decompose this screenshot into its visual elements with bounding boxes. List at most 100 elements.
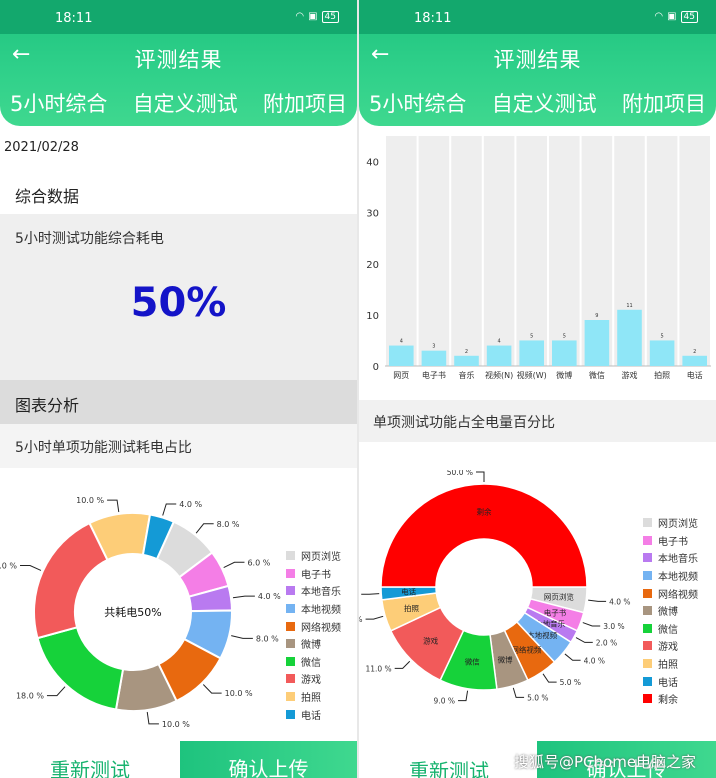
half-donut-legend-swatch: [643, 676, 652, 686]
half-donut-leader-line: [588, 599, 607, 602]
half-donut-value-label: 2.0 %: [596, 638, 617, 647]
bar-y-tick: 10: [366, 311, 379, 322]
donut-legend-item: 电话: [286, 705, 341, 723]
half-donut-subtitle: 单项测试功能占全电量百分比: [373, 415, 555, 431]
half-donut-legend-swatch: [643, 694, 652, 704]
overall-card: 5小时测试功能综合耗电 50%: [0, 214, 357, 380]
bar-background: [646, 136, 678, 366]
donut-legend-item: 游戏: [286, 670, 341, 688]
bar: [584, 320, 610, 366]
bar-value-label: 2: [465, 349, 468, 355]
bar: [421, 350, 447, 366]
half-donut-legend-label: 本地音乐: [658, 554, 698, 566]
half-donut-legend-swatch: [643, 623, 652, 633]
bar-chart-area: 0 10 20 30 40 4 网页 3 电子书 2 音乐 4 视频(N) 5 视频(W) 5 微博 9 微信 11 游…: [359, 126, 716, 398]
donut-leader-line: [231, 635, 253, 639]
bar: [519, 340, 544, 366]
half-donut-legend-item: 网络视频: [643, 584, 698, 602]
half-donut-leader-line: [575, 637, 593, 643]
watermark: 搜狐号@PChome电脑之家: [514, 753, 697, 771]
half-donut-slice-label: 拍照: [404, 603, 419, 613]
half-donut-legend-label: 微信: [658, 624, 678, 636]
donut-legend-item: 本地音乐: [286, 582, 341, 600]
half-donut-legend-item: 微信: [643, 620, 698, 638]
bar-background: [451, 136, 482, 366]
donut-legend-item: 电子书: [286, 565, 341, 583]
donut-value-label: 4.0 %: [258, 592, 281, 601]
half-donut-legend: 网页浏览 电子书 本地音乐 本地视频 网络视频 微博 微信 游戏 拍照 电话 剩余: [643, 514, 698, 708]
header: 18:11 ◠ ▣ 45 ← 评测结果 5小时综合 自定义测试 附加项目: [359, 0, 716, 126]
bar: [552, 340, 577, 366]
tab-5h-overall[interactable]: 5小时综合: [369, 88, 466, 118]
bar-value-label: 4: [400, 339, 403, 345]
bar-category-label: 电话: [687, 370, 703, 380]
half-donut-legend-label: 网络视频: [658, 589, 698, 601]
overall-value: 50%: [130, 280, 227, 326]
donut-legend-label: 电话: [301, 710, 321, 722]
bar-background: [516, 136, 547, 366]
bar: [649, 340, 675, 366]
half-donut-slice-label: 微信: [465, 657, 480, 667]
bar-category-label: 网页: [393, 371, 409, 380]
upload-button[interactable]: 确认上传: [180, 741, 357, 778]
bar-category-label: 视频(W): [517, 370, 547, 380]
donut-leader-line: [202, 684, 222, 694]
bar-y-tick: 40: [366, 158, 379, 169]
half-donut-legend-swatch: [643, 553, 652, 563]
half-donut-legend-swatch: [643, 588, 652, 598]
chart-section-header: 图表分析: [0, 380, 357, 424]
bar-category-label: 电子书: [422, 370, 446, 380]
half-donut-leader-line: [512, 687, 525, 698]
bar-category-label: 拍照: [654, 370, 670, 380]
half-donut-value-label: 9.0 %: [434, 697, 455, 706]
donut-slice: [33, 521, 109, 640]
donut-legend-item: 拍照: [286, 688, 341, 706]
half-donut-legend-swatch: [643, 535, 652, 545]
tab-5h-overall[interactable]: 5小时综合: [10, 88, 107, 118]
half-donut-legend-label: 微博: [658, 607, 678, 619]
half-donut-leader-line: [361, 593, 380, 595]
tab-bar: 5小时综合 自定义测试 附加项目: [10, 88, 347, 118]
bar-chart: 0 10 20 30 40 4 网页 3 电子书 2 音乐 4 视频(N) 5 视频(W) 5 微博 9 微信 11 游…: [366, 136, 711, 380]
tab-extra-items[interactable]: 附加项目: [622, 88, 706, 118]
section-title-overall: 综合数据: [15, 187, 80, 206]
retest-button[interactable]: 重新测试: [359, 738, 539, 778]
tab-extra-items[interactable]: 附加项目: [263, 88, 347, 118]
donut-value-label: 8.0 %: [256, 634, 279, 643]
donut-value-label: 22.0 %: [0, 561, 17, 570]
overall-label: 5小时测试功能综合耗电: [15, 231, 164, 247]
right-screen: 18:11 ◠ ▣ 45 ← 评测结果 5小时综合 自定义测试 附加项目 0 10…: [359, 0, 716, 778]
donut-legend-label: 游戏: [301, 675, 321, 687]
battery-icon: 45: [680, 11, 698, 23]
half-donut-leader-line: [394, 660, 411, 669]
bar-value-label: 3: [432, 344, 435, 350]
bar-value-label: 11: [626, 303, 632, 309]
donut-value-label: 10.0 %: [225, 689, 253, 698]
half-donut-leader-line: [582, 622, 601, 627]
donut-center-text: 共耗电50%: [104, 606, 161, 619]
half-donut-legend-swatch: [643, 641, 652, 651]
half-donut-slice-label: 网页浏览: [544, 591, 574, 601]
donut-leader-line: [223, 561, 245, 569]
sim-icon: ▣: [667, 11, 677, 22]
tab-bar: 5小时综合 自定义测试 附加项目: [369, 88, 706, 118]
tab-custom-test[interactable]: 自定义测试: [492, 88, 597, 118]
donut-legend-item: 微博: [286, 635, 341, 653]
donut-legend: 网页浏览 电子书 本地音乐 本地视频 网络视频 微博 微信 游戏 拍照 电话: [286, 547, 341, 723]
tab-custom-test[interactable]: 自定义测试: [133, 88, 238, 118]
half-donut-legend-swatch: [643, 659, 652, 669]
donut-legend-swatch: [286, 568, 295, 578]
bar-category-label: 微博: [556, 370, 572, 380]
donut-legend-label: 网页浏览: [301, 552, 341, 564]
status-time: 18:11: [414, 11, 452, 26]
bar-background: [679, 136, 710, 366]
bar-value-label: 2: [693, 349, 696, 355]
donut-legend-label: 本地音乐: [301, 587, 341, 599]
retest-button[interactable]: 重新测试: [0, 730, 180, 778]
half-donut-value-label: 4.0 %: [584, 656, 605, 665]
wifi-icon: ◠: [654, 11, 664, 22]
half-donut-value-label: 5.0 %: [560, 678, 581, 687]
donut-leader-line: [107, 499, 120, 513]
donut-leader-line: [195, 523, 214, 534]
bar: [617, 309, 642, 366]
